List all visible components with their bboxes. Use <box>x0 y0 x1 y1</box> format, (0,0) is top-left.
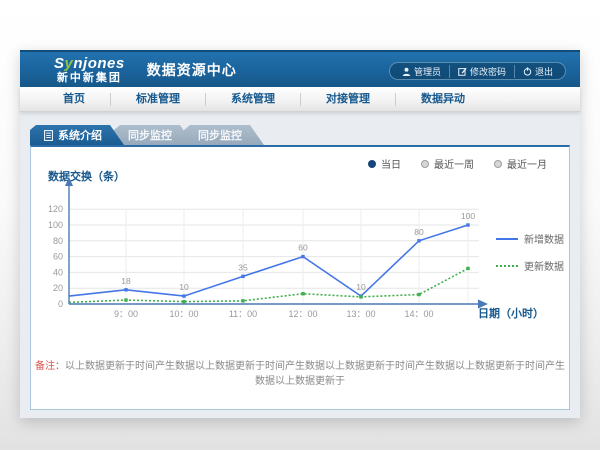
tab-sync-monitor-1[interactable]: 同步监控 <box>114 125 194 145</box>
tab-sync-monitor-2[interactable]: 同步监控 <box>184 125 264 145</box>
change-password-label: 修改密码 <box>470 65 506 78</box>
svg-text:60: 60 <box>298 243 308 253</box>
brand-logo: Synjones 新中新集团 <box>54 56 125 84</box>
change-password-button[interactable]: 修改密码 <box>449 65 514 78</box>
nav-item-interface-mgmt[interactable]: 对接管理 <box>300 93 395 106</box>
logo-text: Synjones <box>54 56 125 71</box>
logout-button[interactable]: 退出 <box>514 65 561 78</box>
svg-text:10: 10 <box>179 282 189 292</box>
tab-strip: 系统介绍 同步监控 同步监控 <box>30 125 580 145</box>
svg-text:100: 100 <box>461 211 475 221</box>
admin-user-button[interactable]: 管理员 <box>394 65 449 78</box>
legend-item-new-data[interactable]: 新增数据 <box>496 231 564 246</box>
admin-label: 管理员 <box>414 65 441 78</box>
series-legend: 新增数据 更新数据 <box>496 231 564 285</box>
nav-item-home[interactable]: 首页 <box>38 93 110 106</box>
svg-text:9：00: 9：00 <box>114 309 138 319</box>
logo-rest: njones <box>73 55 124 72</box>
tab-label: 同步监控 <box>128 127 172 143</box>
app-window: Synjones 新中新集团 数据资源中心 管理员 修改密码 退出 首页 标准管… <box>20 50 580 418</box>
svg-text:10：00: 10：00 <box>169 309 198 319</box>
nav-item-data-change[interactable]: 数据异动 <box>395 93 490 106</box>
legend-label: 更新数据 <box>524 258 564 273</box>
footnote: 备注：以上数据更新于时间产生数据以上数据更新于时间产生数据以上数据更新于时间产生… <box>31 357 569 387</box>
green-dotted-sample-icon <box>496 265 518 267</box>
svg-text:60: 60 <box>53 252 63 262</box>
svg-text:14：00: 14：00 <box>404 309 433 319</box>
svg-text:120: 120 <box>48 204 63 214</box>
svg-text:12：00: 12：00 <box>288 309 317 319</box>
logo-s: S <box>54 55 65 72</box>
legend-label: 新增数据 <box>524 231 564 246</box>
logout-label: 退出 <box>535 65 553 78</box>
app-header: Synjones 新中新集团 数据资源中心 管理员 修改密码 退出 <box>20 50 580 87</box>
svg-text:11：00: 11：00 <box>229 309 257 319</box>
tab-system-intro[interactable]: 系统介绍 <box>30 125 124 145</box>
user-toolbar: 管理员 修改密码 退出 <box>389 62 566 80</box>
svg-text:0: 0 <box>58 299 63 309</box>
tab-label: 同步监控 <box>198 127 242 143</box>
legend-item-updated-data[interactable]: 更新数据 <box>496 258 564 273</box>
svg-text:10: 10 <box>356 282 366 292</box>
chart-panel: 当日 最近一周 最近一月 数据交换（条） 日期（小时） 020406080100… <box>30 145 570 410</box>
nav-item-system-mgmt[interactable]: 系统管理 <box>205 93 300 106</box>
line-chart: 0 20 40 60 80 100 120 9：00 10：00 11：00 12：00 13：00 1… <box>31 147 571 347</box>
power-icon <box>523 67 532 76</box>
svg-text:35: 35 <box>238 262 248 272</box>
svg-text:80: 80 <box>414 227 424 237</box>
user-icon <box>402 67 411 76</box>
svg-text:20: 20 <box>53 283 63 293</box>
svg-text:80: 80 <box>53 236 63 246</box>
svg-text:13：00: 13：00 <box>346 309 375 319</box>
document-icon <box>44 130 53 141</box>
footnote-prefix: 备注： <box>35 361 65 372</box>
blue-line-sample-icon <box>496 238 518 240</box>
svg-text:100: 100 <box>48 220 63 230</box>
svg-text:40: 40 <box>53 267 63 277</box>
edit-icon <box>458 67 467 76</box>
main-nav: 首页 标准管理 系统管理 对接管理 数据异动 <box>20 87 580 112</box>
footnote-text: 以上数据更新于时间产生数据以上数据更新于时间产生数据以上数据更新于时间产生数据以… <box>65 361 565 387</box>
logo-subtitle: 新中新集团 <box>54 73 125 84</box>
page-title: 数据资源中心 <box>147 60 237 80</box>
svg-text:18: 18 <box>121 276 131 286</box>
tab-label: 系统介绍 <box>58 127 102 143</box>
nav-item-standard-mgmt[interactable]: 标准管理 <box>110 93 205 106</box>
